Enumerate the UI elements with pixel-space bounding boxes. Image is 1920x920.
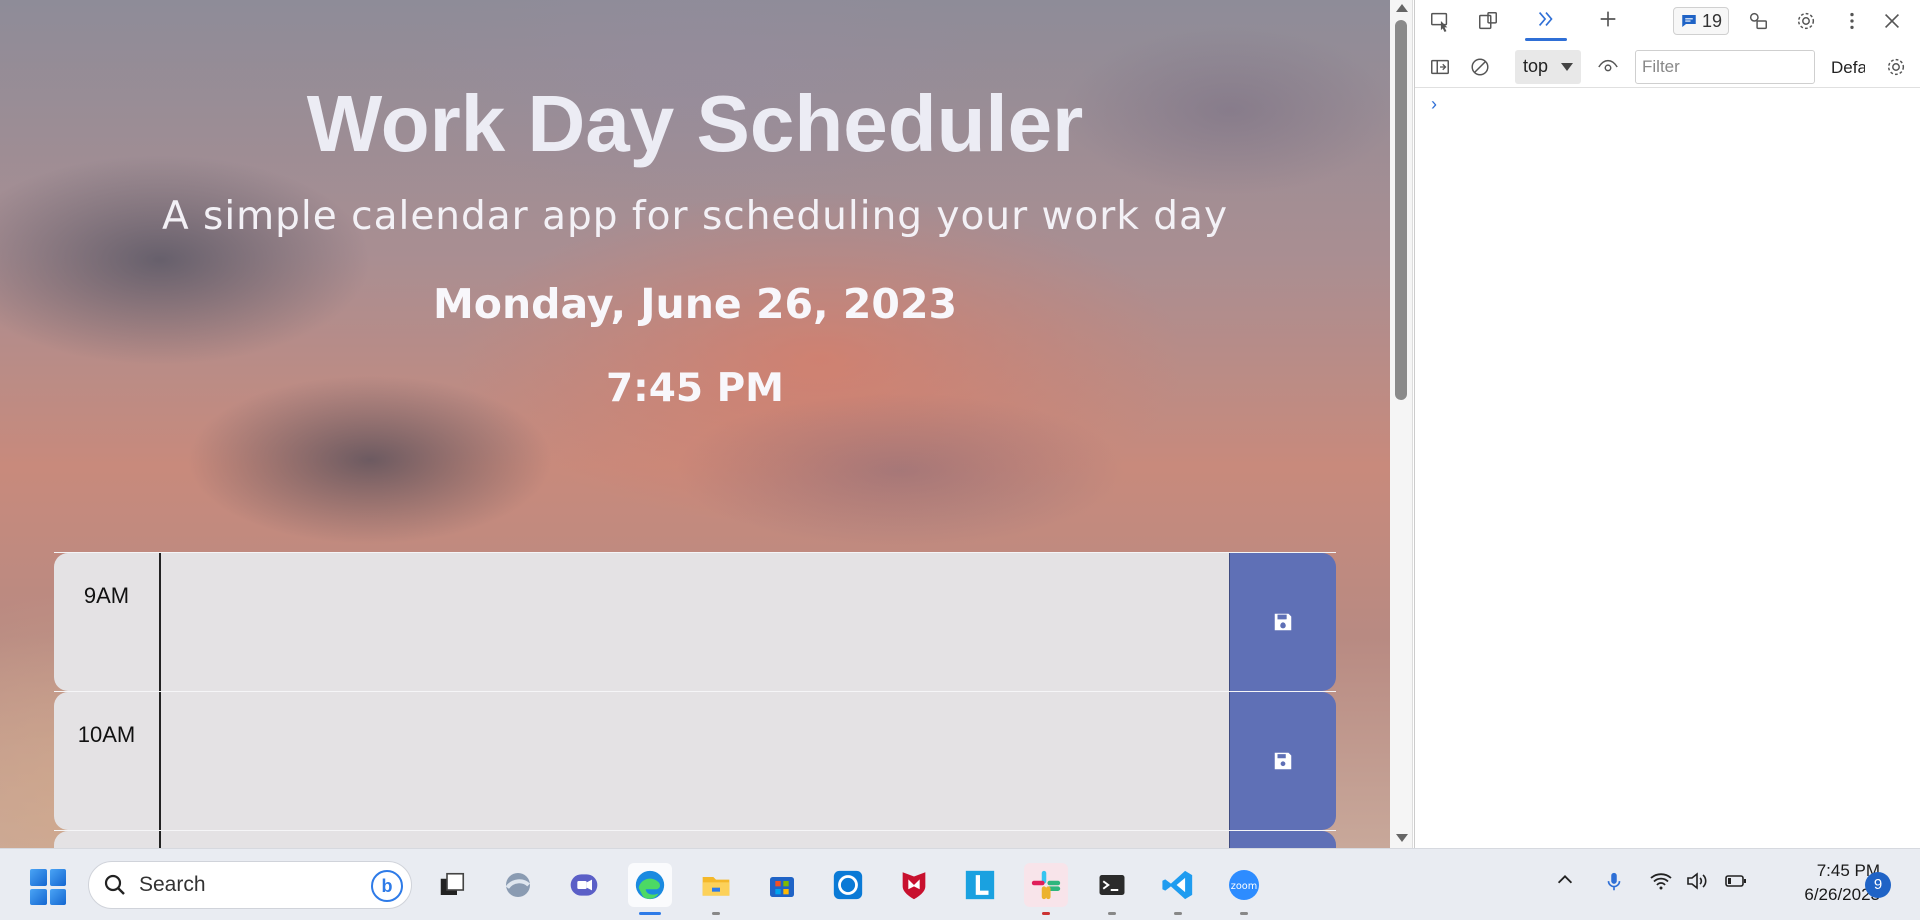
mcafee-shield-icon[interactable] [892,863,936,907]
inspect-element-icon[interactable] [1427,8,1453,34]
chevron-down-icon [1561,63,1573,71]
microsoft-store-icon[interactable] [760,863,804,907]
console-settings-gear-icon[interactable] [1883,54,1909,80]
teams-chat-icon[interactable] [562,863,606,907]
scrollbar-thumb[interactable] [1395,20,1407,400]
log-levels-dropdown[interactable]: Default [1831,58,1865,78]
file-explorer-icon[interactable] [694,863,738,915]
save-icon [1274,613,1292,631]
scroll-down-arrow-icon[interactable] [1396,834,1408,842]
page-scrollbar[interactable] [1390,0,1413,848]
search-icon [104,874,125,895]
start-button[interactable] [30,869,66,905]
current-time: 7:45 PM [606,366,784,411]
vscode-icon[interactable] [1156,863,1200,915]
svg-text:zoom: zoom [1231,881,1258,892]
page-viewport: Work Day Scheduler A simple calendar app… [0,0,1390,848]
add-tab-plus-icon[interactable] [1595,6,1621,32]
event-description-input[interactable] [161,553,1229,691]
battery-icon[interactable] [1722,869,1750,899]
active-tab-indicator [1525,38,1567,41]
event-description-input[interactable] [161,831,1229,848]
clock-time: 7:45 PM [1816,861,1880,880]
volume-icon[interactable] [1684,869,1710,899]
console-toolbar: top Default [1415,46,1920,88]
hour-label [54,831,161,848]
system-clock[interactable]: 7:45 PM 6/26/2023 [1768,859,1880,907]
share-feedback-icon[interactable] [1745,8,1771,34]
time-block-row: 9AM [54,552,1336,691]
microphone-icon[interactable] [1603,869,1625,901]
terminal-icon[interactable] [1090,863,1134,915]
toggle-sidebar-icon[interactable] [1427,54,1453,80]
close-devtools-icon[interactable] [1879,8,1905,34]
settings-gear-icon[interactable] [1793,8,1819,34]
device-toolbar-icon[interactable] [1475,8,1501,34]
clock-date: 6/26/2023 [1804,885,1880,904]
time-block-row: 10AM [54,691,1336,830]
context-selector[interactable]: top [1515,50,1581,84]
save-button[interactable] [1229,692,1336,830]
hour-label: 10AM [54,692,161,830]
console-prompt-chevron-icon[interactable]: › [1431,94,1437,115]
clear-console-icon[interactable] [1467,54,1493,80]
taskbar-search-box[interactable]: Search b [88,861,412,909]
console-filter-input[interactable] [1635,50,1815,84]
save-button[interactable] [1229,553,1336,691]
current-date: Monday, June 26, 2023 [432,280,958,328]
more-tabs-chevron-icon[interactable] [1533,6,1559,32]
event-description-input[interactable] [161,692,1229,830]
page-subtitle: A simple calendar app for scheduling you… [161,194,1229,239]
cortana-icon[interactable] [826,863,870,907]
show-hidden-icons-chevron-icon[interactable] [1554,869,1576,897]
slack-icon[interactable] [1024,863,1068,915]
page-title: Work Day Scheduler [306,79,1084,168]
issues-badge[interactable]: 19 [1673,7,1730,35]
task-view-icon[interactable] [430,863,474,907]
edge-browser-icon[interactable] [628,863,672,915]
bing-icon[interactable]: b [371,870,403,902]
issues-message-icon [1682,15,1696,27]
scroll-up-arrow-icon[interactable] [1396,4,1408,12]
time-block-row-partial [54,830,1336,848]
l-app-icon[interactable] [958,863,1002,907]
zoom-icon[interactable]: zoom [1222,863,1266,915]
devtools-toolbar: 19 [1415,0,1920,42]
time-block-list: 9AM 10AM [54,552,1336,848]
issues-count: 19 [1702,10,1723,31]
notification-count-badge[interactable]: 9 [1865,872,1891,898]
live-expression-eye-icon[interactable] [1595,54,1621,80]
windows-logo-icon [30,869,47,886]
save-button[interactable] [1229,831,1336,848]
more-options-kebab-icon[interactable] [1839,8,1865,34]
search-placeholder: Search [139,873,206,896]
windows-taskbar: Search b zoom 7:45 PM 6/26/2023 9 [0,848,1920,920]
wifi-icon[interactable] [1648,869,1674,899]
context-label: top [1523,56,1549,76]
copilot-icon[interactable] [496,863,540,907]
save-icon [1274,752,1292,770]
devtools-panel: 19 top Default [1414,0,1920,848]
hour-label: 9AM [54,553,161,691]
